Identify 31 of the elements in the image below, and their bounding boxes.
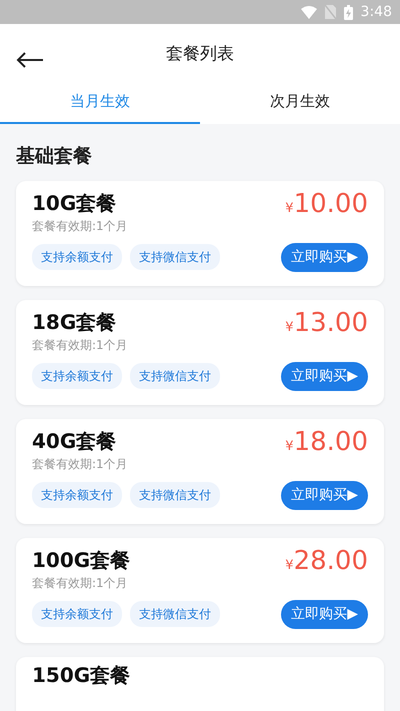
price: ¥10.00 (285, 190, 368, 220)
payment-tag: 支持余额支付 (32, 482, 122, 508)
package-name: 10G套餐 (32, 190, 118, 214)
battery-charging-icon (344, 4, 353, 20)
page-title: 套餐列表 (166, 43, 234, 66)
price: ¥13.00 (285, 310, 368, 340)
section-title: 基础套餐 (16, 144, 93, 169)
validity-text: 套餐有效期:1个月 (32, 456, 128, 472)
price: ¥28.00 (285, 548, 368, 578)
package-name: 100G套餐 (32, 548, 130, 572)
validity-text: 套餐有效期:1个月 (32, 218, 128, 234)
price: ¥18.00 (285, 428, 368, 458)
package-name: 40G套餐 (32, 428, 118, 452)
payment-tag: 支持微信支付 (130, 244, 220, 270)
buy-button[interactable]: 立即购买▶ (281, 362, 368, 390)
payment-tag: 支持余额支付 (32, 363, 122, 389)
status-time: 3:48 (360, 2, 392, 22)
package-name: 150G套餐 (32, 662, 130, 686)
payment-tag: 支持微信支付 (130, 482, 220, 508)
package-name: 18G套餐 (32, 310, 118, 334)
buy-button[interactable]: 立即购买▶ (281, 480, 368, 510)
buy-button[interactable]: 立即购买▶ (281, 600, 368, 628)
buy-button[interactable]: 立即购买▶ (281, 242, 368, 272)
wifi-icon (300, 6, 317, 18)
payment-tag: 支持余额支付 (32, 601, 122, 627)
no-sim-icon (324, 5, 336, 19)
validity-text: 套餐有效期:1个月 (32, 574, 129, 592)
validity-text: 套餐有效期:1个月 (32, 336, 128, 354)
payment-tag: 支持余额支付 (32, 244, 122, 270)
payment-tag: 支持微信支付 (130, 601, 220, 627)
payment-tag: 支持微信支付 (130, 363, 220, 389)
